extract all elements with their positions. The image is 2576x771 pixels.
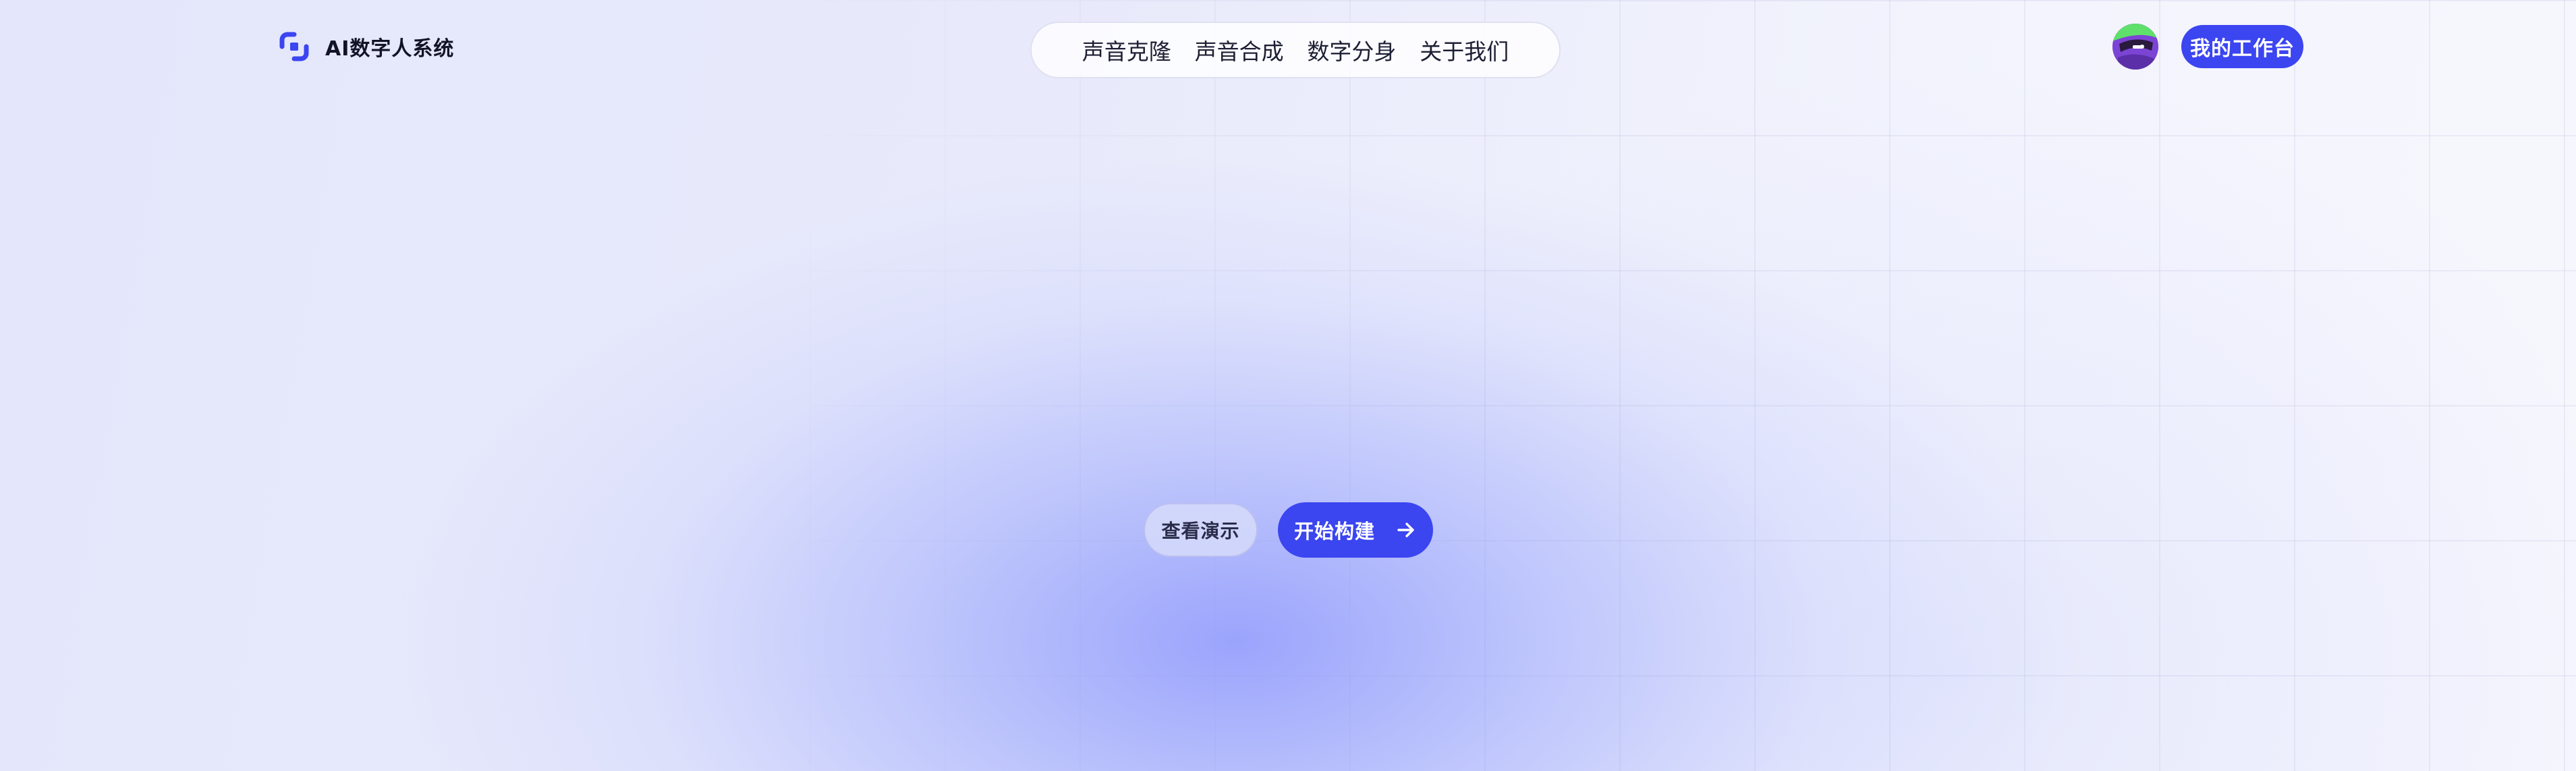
nav-item-voice-clone[interactable]: 声音克隆 — [1082, 34, 1171, 66]
nav-item-voice-synthesis[interactable]: 声音合成 — [1195, 34, 1284, 66]
background-grid — [810, 0, 2576, 771]
arrow-right-icon — [1395, 519, 1417, 541]
view-demo-button[interactable]: 查看演示 — [1144, 503, 1258, 557]
nav-item-about-us[interactable]: 关于我们 — [1420, 34, 1509, 66]
top-header: AI数字人系统 声音克隆 声音合成 数字分身 关于我们 我的工作台 — [0, 0, 2576, 95]
nav-item-digital-avatar[interactable]: 数字分身 — [1307, 34, 1396, 66]
brand[interactable]: AI数字人系统 — [278, 28, 454, 65]
workbench-button[interactable]: 我的工作台 — [2181, 25, 2303, 68]
avatar-icon[interactable] — [2112, 24, 2158, 70]
main-nav: 声音克隆 声音合成 数字分身 关于我们 — [1030, 22, 1561, 78]
start-building-label: 开始构建 — [1293, 520, 1375, 543]
brand-name: AI数字人系统 — [325, 37, 455, 61]
start-building-button[interactable]: 开始构建 — [1278, 502, 1433, 558]
bracket-logo-icon — [278, 30, 310, 63]
